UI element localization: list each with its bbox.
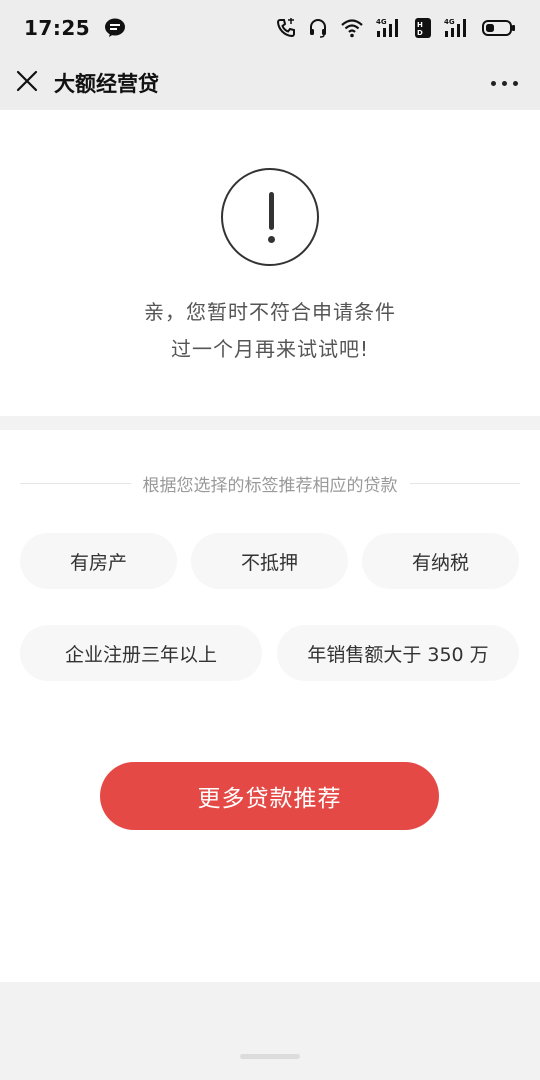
more-dots-icon[interactable] [491,80,496,86]
tag-no-collateral[interactable]: 不抵押 [191,533,348,589]
signal-4g-icon: 4G [444,17,470,39]
more-dot[interactable] [502,80,507,86]
result-message-line2: 过一个月再来试试吧! [170,337,370,361]
recommend-divider: 根据您选择的标签推荐相应的贷款 [20,468,520,498]
status-right: 4G H D 4G [276,17,516,39]
tag-registered-3-years[interactable]: 企业注册三年以上 [20,625,262,681]
more-button[interactable] [491,56,518,110]
close-icon[interactable] [16,70,38,96]
message-bubble-icon [104,18,126,38]
divider-line-left [20,482,131,484]
battery-icon [482,19,516,37]
page-title: 大额经营贷 [54,72,159,96]
headset-icon [308,18,328,38]
svg-text:D: D [417,29,423,37]
exclamation-circle-icon [221,168,319,266]
wifi-icon [340,18,364,38]
status-time: 17:25 [24,16,91,40]
status-left: 17:25 [24,16,126,40]
recommend-card: 根据您选择的标签推荐相应的贷款 有房产 不抵押 有纳税 企业注册三年以上 年销售… [0,430,540,982]
phone-icon [276,18,296,38]
svg-text:H: H [417,21,423,29]
nav-bar: 大额经营贷 [0,56,540,110]
hd-icon: H D [414,17,432,39]
divider-line-right [409,482,520,484]
status-bar: 17:25 4G H D 4G [0,0,540,56]
exclamation-dot [268,236,275,243]
tag-has-property[interactable]: 有房产 [20,533,177,589]
signal-4g-icon: 4G [376,17,402,39]
tag-annual-sales[interactable]: 年销售额大于 350 万 [277,625,519,681]
close-button[interactable] [0,56,54,110]
more-loans-button[interactable]: 更多贷款推荐 [100,762,439,830]
exclamation-bar [269,192,274,230]
svg-text:4G: 4G [444,18,455,26]
result-message-line1: 亲，您暂时不符合申请条件 [144,300,396,324]
recommend-heading: 根据您选择的标签推荐相应的贷款 [142,475,398,496]
result-card: 亲，您暂时不符合申请条件 过一个月再来试试吧! [0,110,540,416]
svg-text:4G: 4G [376,18,387,26]
tag-tax-paying[interactable]: 有纳税 [362,533,519,589]
more-dot[interactable] [513,80,518,86]
home-indicator[interactable] [240,1054,300,1059]
